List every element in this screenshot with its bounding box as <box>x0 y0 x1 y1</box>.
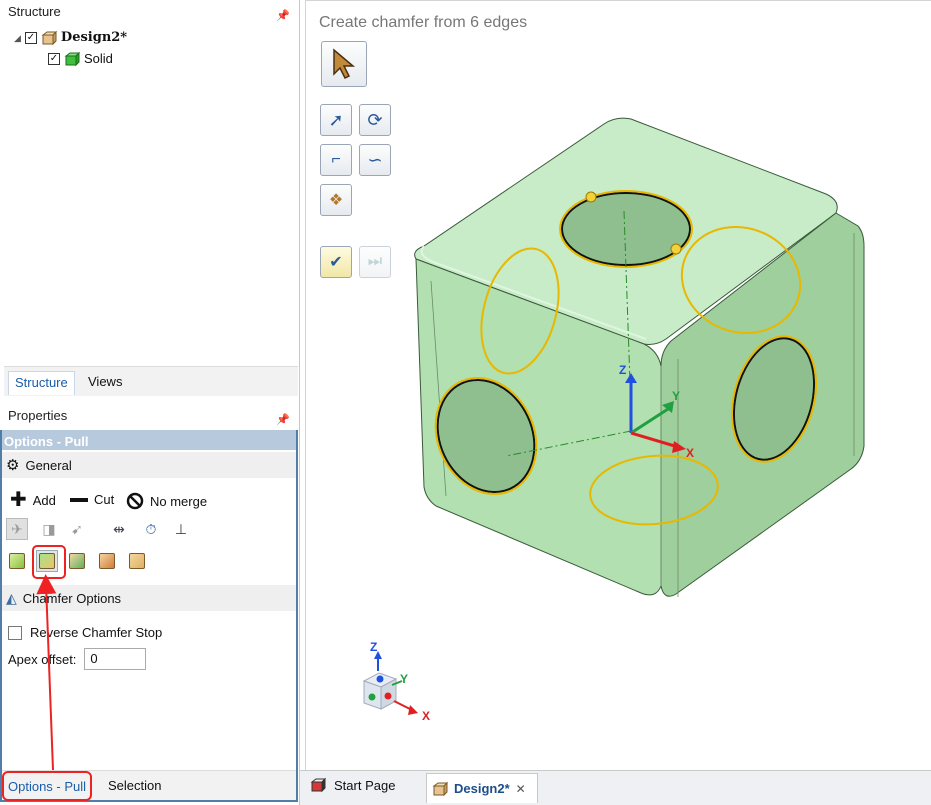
box-select-icon[interactable]: ◨ <box>38 518 60 540</box>
tab-views[interactable]: Views <box>82 371 128 395</box>
select-tool-icon[interactable]: ✈ <box>6 518 28 540</box>
general-section-header[interactable]: ⚙ General <box>2 452 296 478</box>
reverse-chamfer-stop-option[interactable]: Reverse Chamfer Stop <box>8 625 162 640</box>
start-page-label: Start Page <box>334 777 396 793</box>
add-label: Add <box>32 492 56 508</box>
structure-tabbar: Structure Views <box>4 366 298 396</box>
apex-offset-label: Apex offset: <box>8 651 77 667</box>
pull-extrude-icon[interactable] <box>6 550 28 572</box>
no-merge-label: No merge <box>150 493 208 509</box>
chamfer-highlight <box>32 545 66 579</box>
direction-icon[interactable]: ➹ <box>66 518 88 540</box>
properties-panel-title: Properties <box>8 408 68 423</box>
close-icon[interactable]: ✕ <box>516 782 526 796</box>
3d-viewport[interactable]: Create chamfer from 6 edges ➚ ⟳ ⌐ ∽ ❖ ✔ … <box>305 0 931 770</box>
pin-icon[interactable]: 📌 <box>276 408 290 432</box>
tab-options-pull[interactable]: Options - Pull <box>2 771 93 801</box>
apex-offset-row: Apex offset: 0 <box>8 648 147 670</box>
tab-selection[interactable]: Selection <box>108 771 161 801</box>
ruler-icon[interactable]: ⊥ <box>170 518 192 540</box>
triad-y-label: Y <box>672 389 680 403</box>
measure-icon[interactable]: ⇹ <box>108 518 130 540</box>
minus-icon <box>70 497 88 502</box>
reverse-chamfer-stop-label: Reverse Chamfer Stop <box>30 625 163 640</box>
cut-mode-option[interactable]: Cut <box>70 492 114 507</box>
design-icon <box>41 30 57 46</box>
triad-z-label: Z <box>619 363 626 377</box>
plus-icon: ✚ <box>10 489 27 511</box>
reverse-chamfer-stop-checkbox[interactable] <box>8 625 22 640</box>
tree-row-solid[interactable]: ✓ Solid <box>48 50 113 68</box>
orient-z-label: Z <box>370 640 377 654</box>
draft-tool-icon[interactable] <box>96 550 118 572</box>
chamfer-options-icon: ◭ <box>6 589 17 606</box>
solid-body-icon <box>64 51 80 67</box>
design-icon <box>432 781 448 796</box>
no-icon <box>126 492 144 510</box>
options-header: Options - Pull <box>2 430 296 450</box>
document-tabbar: Start Page Design2* ✕ <box>300 770 931 805</box>
gauge-icon[interactable]: ⏱ <box>140 518 162 540</box>
add-mode-option[interactable]: ✚ Add <box>10 489 56 511</box>
properties-panel-header: Properties 📌 <box>0 404 298 428</box>
no-merge-option[interactable]: No merge <box>126 492 207 510</box>
design-checkbox[interactable]: ✓ <box>24 32 37 44</box>
chamfer-options-title: Chamfer Options <box>22 590 122 606</box>
triad-x-label: X <box>686 446 694 460</box>
orientation-cube[interactable]: Z Y X <box>354 639 444 729</box>
round-tool-icon[interactable] <box>66 550 88 572</box>
pin-icon[interactable]: 📌 <box>276 4 290 28</box>
chamfer-options-header[interactable]: ◭ Chamfer Options <box>2 585 296 611</box>
tree-row-design[interactable]: ◢ ✓ Design2* <box>14 29 127 47</box>
structure-panel-title: Structure <box>8 4 61 19</box>
design2-tab-label: Design2* <box>454 781 510 796</box>
solid-checkbox[interactable]: ✓ <box>48 53 60 65</box>
apex-offset-input[interactable]: 0 <box>84 648 147 670</box>
tree-label-design: Design2* <box>60 30 128 45</box>
orient-x-label: X <box>422 709 430 723</box>
collapse-arrow-icon[interactable]: ◢ <box>14 29 21 47</box>
start-page-icon <box>310 777 326 793</box>
tab-design2[interactable]: Design2* ✕ <box>426 773 538 803</box>
properties-panel: Options - Pull ⚙ General ✚ Add Cut No me… <box>0 430 298 802</box>
structure-panel-header: Structure 📌 <box>0 0 298 24</box>
tab-start-page[interactable]: Start Page <box>310 777 395 793</box>
tree-label-solid: Solid <box>84 51 113 66</box>
gear-icon: ⚙ <box>6 457 20 474</box>
cut-label: Cut <box>94 492 115 507</box>
offset-tool-icon[interactable] <box>126 550 148 572</box>
general-title: General <box>25 457 72 473</box>
properties-tabbar: Options - Pull Selection <box>2 770 296 801</box>
orient-y-label: Y <box>400 672 408 686</box>
tab-structure[interactable]: Structure <box>8 371 75 395</box>
